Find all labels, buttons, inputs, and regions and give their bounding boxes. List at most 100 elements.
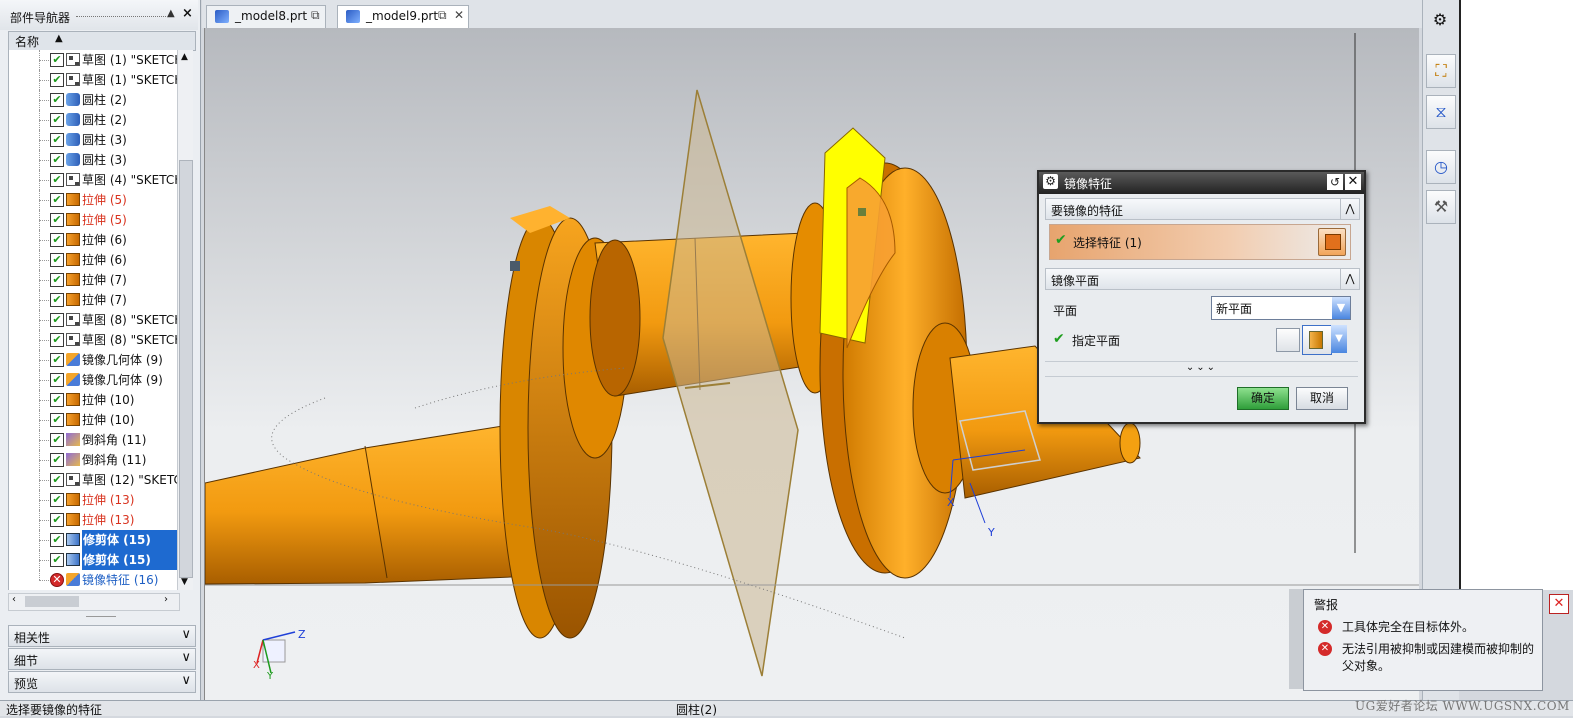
- close-icon[interactable]: ×: [182, 6, 193, 21]
- error-icon: ✕: [1318, 642, 1332, 656]
- tab-model9[interactable]: _model9.prt ⧉ ✕: [337, 5, 469, 28]
- chevron-down-icon[interactable]: ∨: [181, 673, 191, 688]
- scroll-thumb[interactable]: [179, 160, 193, 578]
- visibility-checkbox[interactable]: ✔: [50, 133, 64, 147]
- horizontal-scrollbar[interactable]: ‹ ›: [8, 593, 180, 611]
- column-header[interactable]: 名称 ▲: [8, 31, 196, 51]
- panel-dependencies[interactable]: 相关性 ∨: [8, 625, 196, 647]
- assembly-navigator-icon[interactable]: ⛶: [1426, 54, 1456, 88]
- tree-row[interactable]: ✔ 草图 (1) "SKETCH: [9, 70, 177, 90]
- collapse-icon[interactable]: ▲: [167, 8, 175, 19]
- panel-preview[interactable]: 预览 ∨: [8, 671, 196, 693]
- plane-dialog-button[interactable]: [1302, 325, 1332, 355]
- tree-row[interactable]: ✔ 圆柱 (2): [9, 110, 177, 130]
- splitter-grip[interactable]: [86, 616, 116, 617]
- tree-row[interactable]: ✔ 修剪体 (15): [9, 550, 177, 570]
- dialog-titlebar[interactable]: ⚙ 镜像特征 ↺ ✕: [1039, 172, 1364, 194]
- section-mirror-plane[interactable]: 镜像平面 ⋀: [1045, 268, 1360, 290]
- tree-row[interactable]: ✔ 拉伸 (5): [9, 190, 177, 210]
- select-feature-button[interactable]: [1318, 228, 1346, 256]
- tree-row[interactable]: ✔ 倒斜角 (11): [9, 430, 177, 450]
- tree-row[interactable]: ✔ 拉伸 (7): [9, 270, 177, 290]
- visibility-checkbox[interactable]: ✔: [50, 153, 64, 167]
- visibility-checkbox[interactable]: ✔: [50, 313, 64, 327]
- visibility-checkbox[interactable]: ✔: [50, 253, 64, 267]
- tree-row[interactable]: ✔ 拉伸 (10): [9, 390, 177, 410]
- visibility-checkbox[interactable]: ✔: [50, 373, 64, 387]
- visibility-checkbox[interactable]: ✔: [50, 453, 64, 467]
- reset-icon[interactable]: ↺: [1327, 174, 1343, 190]
- tree-row[interactable]: ✔ 拉伸 (6): [9, 250, 177, 270]
- inferred-plane-button[interactable]: [1276, 328, 1300, 352]
- scroll-left-icon[interactable]: ‹: [12, 594, 16, 605]
- visibility-checkbox[interactable]: ✕: [50, 573, 64, 587]
- more-options-chevron-icon[interactable]: ⌄⌄⌄: [1045, 361, 1358, 377]
- tree-row[interactable]: ✔ 拉伸 (5): [9, 210, 177, 230]
- visibility-checkbox[interactable]: ✔: [50, 433, 64, 447]
- section-features-to-mirror[interactable]: 要镜像的特征 ⋀: [1045, 198, 1360, 220]
- tree-row[interactable]: ✔ 草图 (12) "SKETC: [9, 470, 177, 490]
- visibility-checkbox[interactable]: ✔: [50, 413, 64, 427]
- scroll-up-icon[interactable]: ▲: [181, 52, 188, 62]
- panel-details[interactable]: 细节 ∨: [8, 648, 196, 670]
- visibility-checkbox[interactable]: ✔: [50, 473, 64, 487]
- tab-model8[interactable]: _model8.prt ⧉: [206, 5, 326, 28]
- tree-row[interactable]: ✕ 镜像特征 (16): [9, 570, 177, 590]
- history-clock-icon[interactable]: ◷: [1426, 150, 1456, 184]
- visibility-checkbox[interactable]: ✔: [50, 513, 64, 527]
- tree-row[interactable]: ✔ 草图 (8) "SKETCH: [9, 310, 177, 330]
- chevron-down-icon[interactable]: ∨: [181, 627, 191, 642]
- visibility-checkbox[interactable]: ✔: [50, 113, 64, 127]
- tree-row[interactable]: ✔ 拉伸 (13): [9, 510, 177, 530]
- tree-row[interactable]: ✔ 圆柱 (3): [9, 150, 177, 170]
- settings-gear-icon[interactable]: ⚙: [1426, 4, 1454, 36]
- plane-select[interactable]: 新平面 ▼: [1211, 296, 1351, 320]
- roles-icon[interactable]: ⚒: [1426, 190, 1456, 224]
- tree-row[interactable]: ✔ 拉伸 (7): [9, 290, 177, 310]
- visibility-checkbox[interactable]: ✔: [50, 553, 64, 567]
- visibility-checkbox[interactable]: ✔: [50, 533, 64, 547]
- visibility-checkbox[interactable]: ✔: [50, 273, 64, 287]
- dialog-close-icon[interactable]: ✕: [1345, 174, 1361, 190]
- scroll-right-icon[interactable]: ›: [164, 594, 168, 605]
- constraint-navigator-icon[interactable]: ⧖: [1426, 95, 1456, 129]
- tree-row[interactable]: ✔ 草图 (1) "SKETCH: [9, 50, 177, 70]
- tree-row[interactable]: ✔ 倒斜角 (11): [9, 450, 177, 470]
- tree-row[interactable]: ✔ 草图 (4) "SKETCH: [9, 170, 177, 190]
- hscroll-thumb[interactable]: [25, 596, 79, 607]
- tree-row[interactable]: ✔ 镜像几何体 (9): [9, 350, 177, 370]
- tree-row[interactable]: ✔ 圆柱 (2): [9, 90, 177, 110]
- vertical-scrollbar[interactable]: ▲ ▼: [177, 50, 193, 590]
- tree-row[interactable]: ✔ 拉伸 (13): [9, 490, 177, 510]
- visibility-checkbox[interactable]: ✔: [50, 493, 64, 507]
- visibility-checkbox[interactable]: ✔: [50, 213, 64, 227]
- collapse-section-icon[interactable]: ⋀: [1340, 269, 1359, 289]
- chevron-down-icon[interactable]: ∨: [181, 650, 191, 665]
- visibility-checkbox[interactable]: ✔: [50, 353, 64, 367]
- select-features-row[interactable]: ✔ 选择特征 (1): [1049, 224, 1351, 260]
- ok-button[interactable]: 确定: [1237, 387, 1289, 410]
- visibility-checkbox[interactable]: ✔: [50, 393, 64, 407]
- tree-row[interactable]: ✔ 拉伸 (10): [9, 410, 177, 430]
- visibility-checkbox[interactable]: ✔: [50, 233, 64, 247]
- tree-row[interactable]: ✔ 镜像几何体 (9): [9, 370, 177, 390]
- alert-close-icon[interactable]: ✕: [1549, 594, 1569, 614]
- tree-row[interactable]: ✔ 圆柱 (3): [9, 130, 177, 150]
- visibility-checkbox[interactable]: ✔: [50, 53, 64, 67]
- visibility-checkbox[interactable]: ✔: [50, 193, 64, 207]
- tab-close-icon[interactable]: ✕: [454, 8, 464, 22]
- collapse-section-icon[interactable]: ⋀: [1340, 199, 1359, 219]
- dialog-gear-icon[interactable]: ⚙: [1043, 174, 1058, 189]
- visibility-checkbox[interactable]: ✔: [50, 173, 64, 187]
- cancel-button[interactable]: 取消: [1296, 387, 1348, 410]
- visibility-checkbox[interactable]: ✔: [50, 73, 64, 87]
- scroll-down-icon[interactable]: ▼: [181, 577, 188, 587]
- visibility-checkbox[interactable]: ✔: [50, 93, 64, 107]
- visibility-checkbox[interactable]: ✔: [50, 293, 64, 307]
- dropdown-arrow-icon[interactable]: ▼: [1332, 297, 1350, 319]
- tree-row[interactable]: ✔ 修剪体 (15): [9, 530, 177, 550]
- visibility-checkbox[interactable]: ✔: [50, 333, 64, 347]
- tree-row[interactable]: ✔ 草图 (8) "SKETCH: [9, 330, 177, 350]
- plane-options-dropdown-icon[interactable]: ▼: [1331, 325, 1347, 353]
- tree-row[interactable]: ✔ 拉伸 (6): [9, 230, 177, 250]
